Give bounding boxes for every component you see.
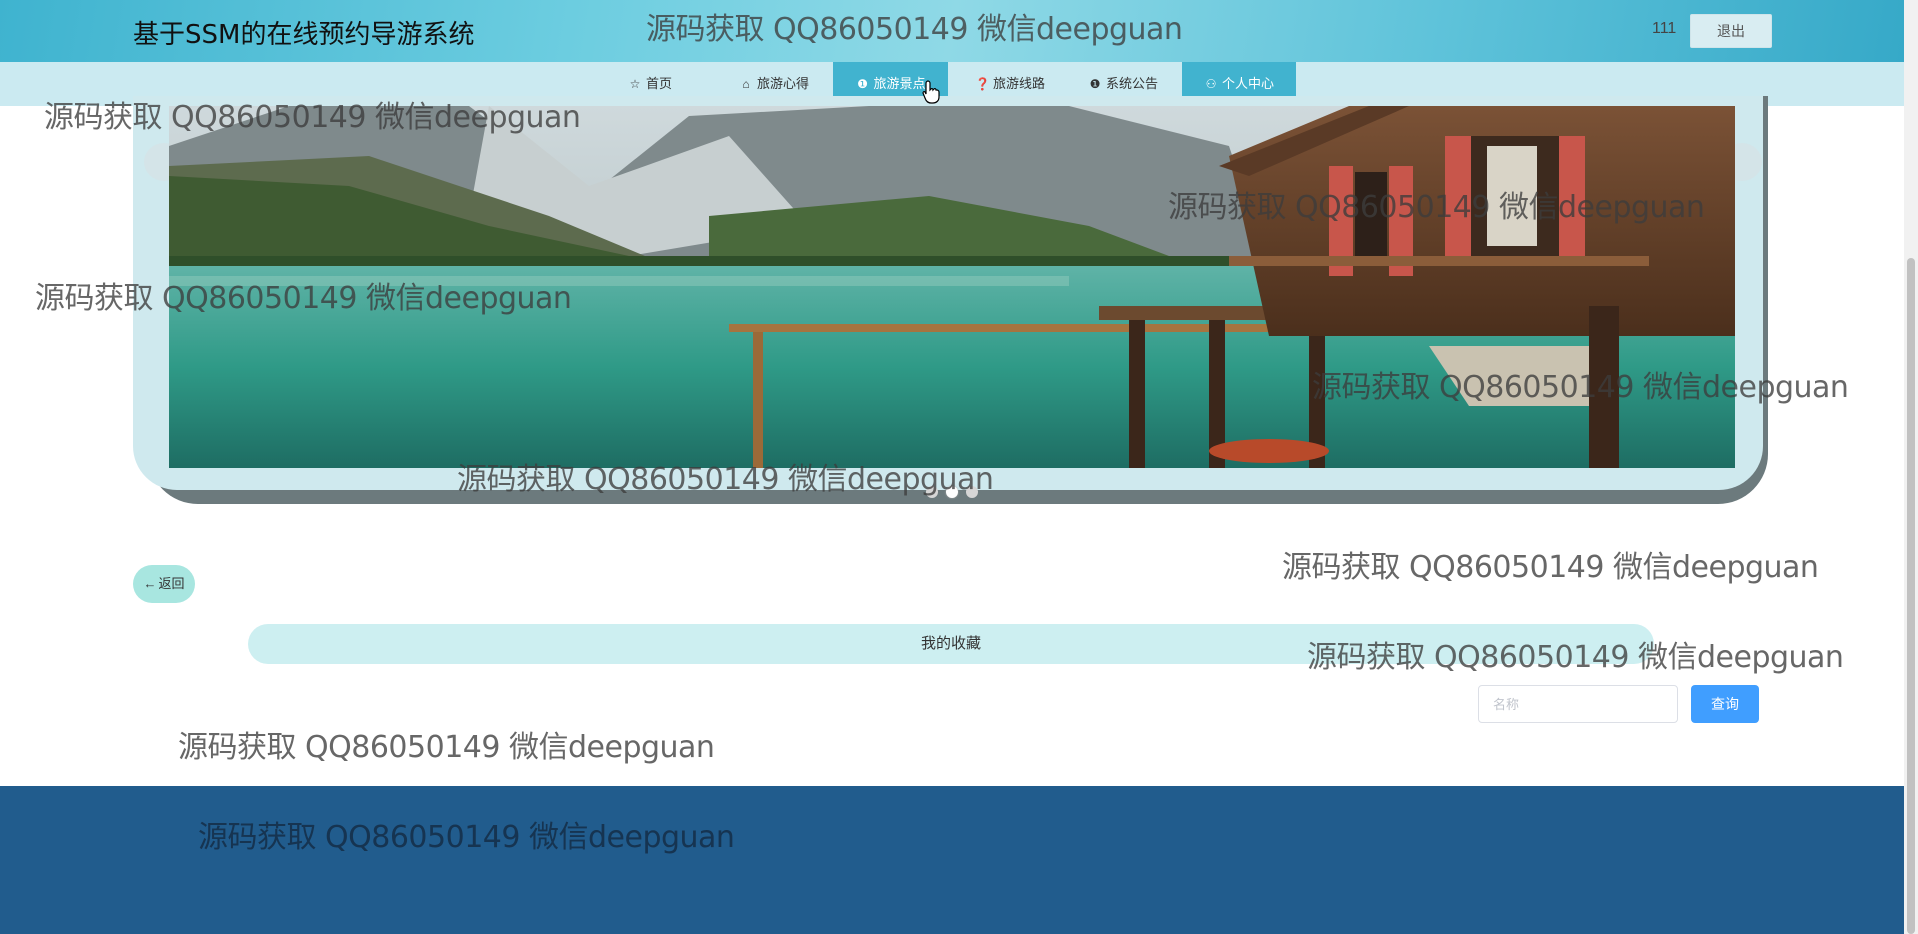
hand-cursor-icon bbox=[922, 80, 940, 104]
carousel-dot[interactable] bbox=[926, 486, 938, 498]
nav-item-label: 旅游线路 bbox=[992, 76, 1045, 91]
lake-cabin-image bbox=[169, 106, 1735, 468]
header-bar: 基于SSM的在线预约导游系统 111 退出 bbox=[0, 0, 1904, 62]
carousel-dot-active[interactable] bbox=[946, 486, 958, 498]
carousel-image bbox=[169, 106, 1735, 468]
nav-item-label: 首页 bbox=[645, 76, 672, 91]
nav-item-label: 系统公告 bbox=[1105, 76, 1158, 91]
section-title-bar: 我的收藏 bbox=[248, 624, 1654, 664]
username-label: 111 bbox=[1652, 20, 1677, 37]
nav-item-label: 旅游景点 bbox=[873, 76, 926, 91]
logout-button[interactable]: 退出 bbox=[1690, 14, 1772, 48]
search-button[interactable]: 查询 bbox=[1691, 685, 1759, 723]
nav-item-label: 旅游心得 bbox=[756, 76, 809, 91]
back-label: 返回 bbox=[158, 576, 185, 591]
footer bbox=[0, 786, 1904, 934]
site-title: 基于SSM的在线预约导游系统 bbox=[133, 20, 475, 50]
carousel-dot[interactable] bbox=[966, 486, 978, 498]
section-title: 我的收藏 bbox=[920, 635, 981, 652]
arrow-left-icon: ← bbox=[143, 576, 157, 591]
scrollbar-thumb[interactable] bbox=[1907, 258, 1915, 934]
back-button[interactable]: ← 返回 bbox=[133, 565, 195, 603]
nav-item-label: 个人中心 bbox=[1221, 76, 1274, 91]
watermark-text: 源码获取 QQ86050149 微信deepguan bbox=[178, 730, 715, 765]
watermark-text: 源码获取 QQ86050149 微信deepguan bbox=[1282, 550, 1819, 585]
name-search-input[interactable] bbox=[1478, 685, 1678, 723]
